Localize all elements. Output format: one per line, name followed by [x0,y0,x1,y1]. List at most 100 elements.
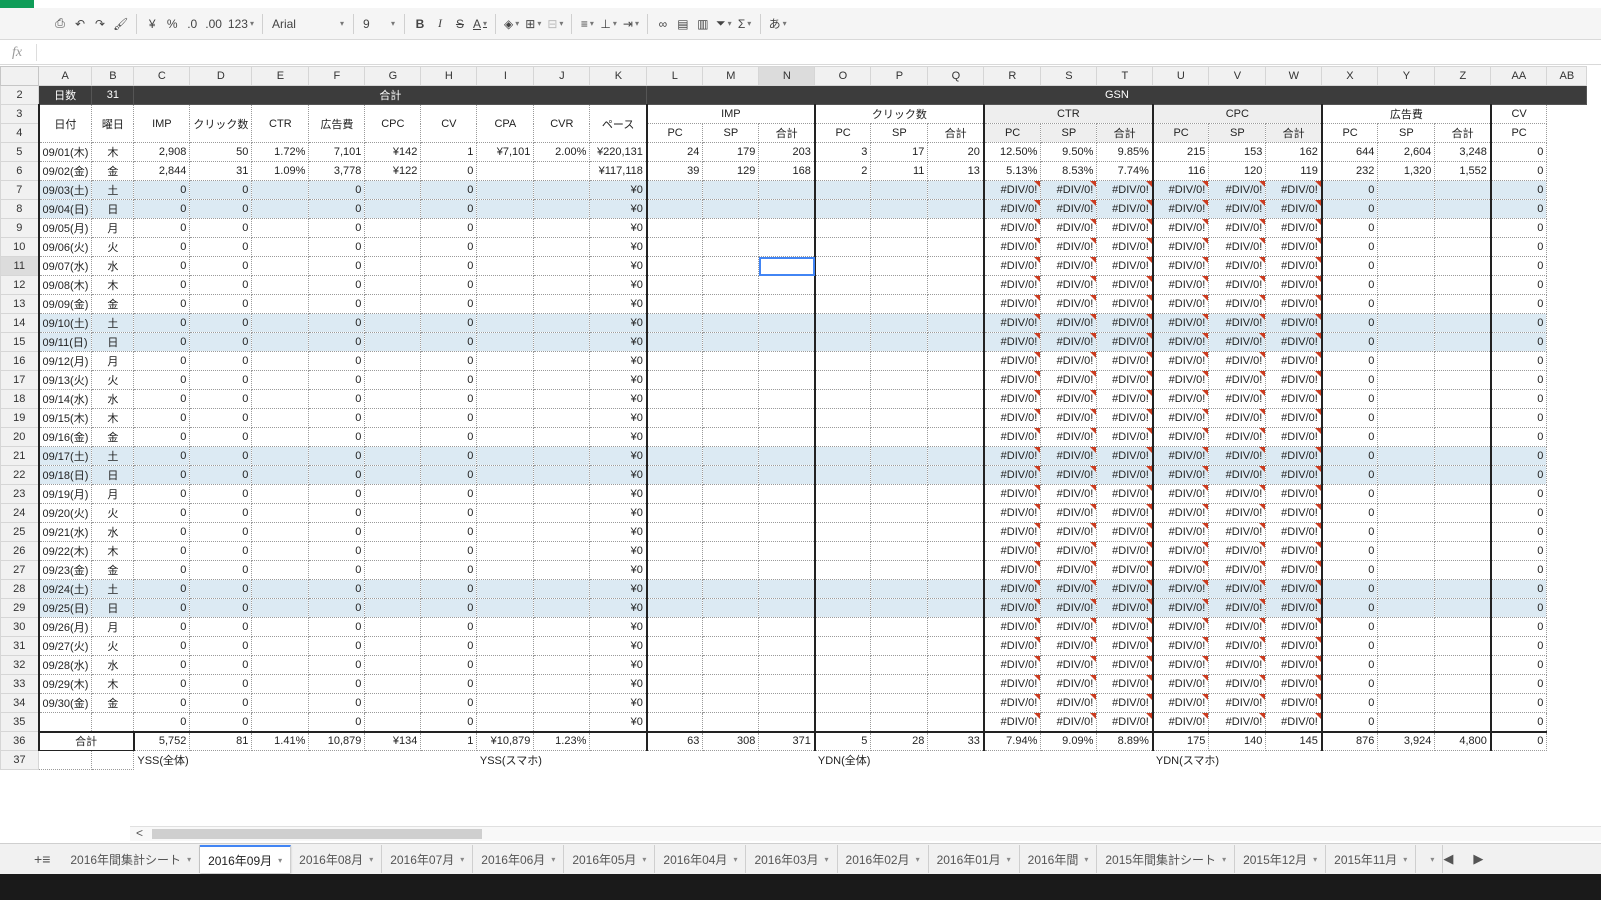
div-error-cell[interactable]: #DIV/0! [1096,446,1154,466]
gsn-metric-cell[interactable]: 7.74% [1096,161,1154,181]
gsn-sub-header[interactable]: 合計 [758,123,816,143]
gsn-metric-cell[interactable] [814,522,872,542]
gsn-metric-cell[interactable] [927,693,985,713]
date-cell[interactable]: 09/01(木) [37,142,93,162]
weekday-cell[interactable]: 火 [91,370,135,390]
gsn-metric-cell[interactable] [927,180,985,200]
row-header[interactable]: 17 [0,370,39,390]
gsn-metric-cell[interactable] [758,579,816,599]
gsn-metric-cell[interactable] [927,332,985,352]
weekday-cell[interactable]: 木 [91,275,135,295]
gsn-metric-cell[interactable] [758,503,816,523]
total-metric-cell[interactable] [476,180,535,200]
gsn-metric-cell[interactable]: 119 [1265,161,1323,181]
div-error-cell[interactable]: #DIV/0! [1208,503,1267,523]
gsn-metric-cell[interactable] [1434,427,1492,447]
total-metric-cell[interactable]: 0 [308,256,366,276]
gsn-metric-cell[interactable]: 0 [1490,408,1548,428]
gsn-metric-cell[interactable] [814,294,872,314]
total-metric-cell[interactable]: 0 [189,199,253,219]
gsn-metric-cell[interactable] [758,370,816,390]
total-metric-cell[interactable]: ¥142 [364,142,422,162]
total-metric-cell[interactable]: 0 [133,465,191,485]
total-metric-cell[interactable]: 0 [133,427,191,447]
div-error-cell[interactable]: #DIV/0! [1096,275,1154,295]
gsn-metric-cell[interactable] [1377,408,1436,428]
gsn-metric-cell[interactable] [702,313,760,333]
gsn-metric-cell[interactable] [646,199,704,219]
gsn-metric-cell[interactable]: 203 [758,142,816,162]
date-cell[interactable]: 09/11(日) [37,332,93,352]
total-metric-cell[interactable]: 1.72% [251,142,310,162]
total-metric-cell[interactable]: 0 [133,218,191,238]
insert-comment-icon[interactable]: ▤ [673,12,693,36]
div-error-cell[interactable]: #DIV/0! [983,218,1042,238]
total-metric-cell[interactable] [251,503,310,523]
gsn-metric-cell[interactable]: 0 [1490,218,1548,238]
div-error-cell[interactable]: #DIV/0! [1152,598,1210,618]
div-error-cell[interactable]: #DIV/0! [1152,503,1210,523]
gsn-metric-cell[interactable]: 4,800 [1434,730,1492,751]
div-error-cell[interactable]: #DIV/0! [1040,484,1098,504]
gsn-sub-header[interactable]: SP [1377,123,1436,143]
gsn-metric-cell[interactable]: 0 [1321,693,1379,713]
total-metric-cell[interactable]: 0 [420,693,478,713]
weekday-cell[interactable]: 土 [91,446,135,466]
total-metric-cell[interactable]: ¥0 [589,370,648,390]
gsn-metric-cell[interactable] [927,294,985,314]
gsn-metric-cell[interactable] [870,332,929,352]
gsn-metric-cell[interactable] [1377,199,1436,219]
total-metric-cell[interactable] [251,446,310,466]
gsn-metric-cell[interactable]: 0 [1321,522,1379,542]
gsn-metric-group-header[interactable]: CTR [983,104,1154,124]
total-metric-cell[interactable] [364,617,422,637]
div-error-cell[interactable]: #DIV/0! [1096,712,1154,732]
date-cell[interactable]: 09/09(金) [37,294,93,314]
total-metric-cell[interactable]: 0 [189,218,253,238]
column-header-u[interactable]: U [1152,66,1210,86]
total-metric-cell[interactable] [364,579,422,599]
div-error-cell[interactable]: #DIV/0! [1152,199,1210,219]
total-metric-cell[interactable]: 0 [308,484,366,504]
div-error-cell[interactable]: #DIV/0! [1040,503,1098,523]
gsn-metric-cell[interactable] [758,522,816,542]
total-metric-cell[interactable] [364,218,422,238]
column-header-l[interactable]: L [646,66,704,86]
total-metric-cell[interactable]: 0 [133,693,191,713]
gsn-metric-cell[interactable] [870,693,929,713]
div-error-cell[interactable]: #DIV/0! [983,655,1042,675]
gsn-sub-header[interactable]: 合計 [1265,123,1323,143]
div-error-cell[interactable]: #DIV/0! [1265,522,1323,542]
total-metric-cell[interactable]: 0 [420,408,478,428]
date-cell[interactable]: 09/20(火) [37,503,93,523]
gsn-metric-cell[interactable] [646,712,704,732]
div-error-cell[interactable]: #DIV/0! [983,370,1042,390]
total-metric-cell[interactable] [251,351,310,371]
total-metric-cell[interactable]: 0 [308,218,366,238]
row-header[interactable]: 27 [0,560,39,580]
div-error-cell[interactable]: #DIV/0! [1040,636,1098,656]
div-error-cell[interactable]: #DIV/0! [1040,294,1098,314]
gsn-metric-cell[interactable]: 0 [1490,294,1548,314]
vertical-align-icon[interactable]: ⊥ [597,12,619,36]
div-error-cell[interactable]: #DIV/0! [983,389,1042,409]
gsn-metric-cell[interactable]: 0 [1321,180,1379,200]
date-cell[interactable]: 09/16(金) [37,427,93,447]
gsn-metric-cell[interactable] [814,199,872,219]
div-error-cell[interactable]: #DIV/0! [983,332,1042,352]
total-metric-cell[interactable] [476,446,535,466]
total-metric-cell[interactable]: 0 [189,389,253,409]
total-metric-cell[interactable]: ¥0 [589,579,648,599]
gsn-metric-cell[interactable] [870,465,929,485]
total-metric-cell[interactable] [533,522,591,542]
div-error-cell[interactable]: #DIV/0! [983,275,1042,295]
gsn-metric-cell[interactable] [702,712,760,732]
gsn-metric-cell[interactable] [646,218,704,238]
gsn-metric-cell[interactable] [1434,408,1492,428]
gsn-metric-cell[interactable]: 0 [1321,199,1379,219]
div-error-cell[interactable]: #DIV/0! [1265,674,1323,694]
gsn-metric-cell[interactable]: 0 [1321,579,1379,599]
gsn-metric-cell[interactable] [1434,712,1492,732]
gsn-metric-cell[interactable] [814,332,872,352]
gsn-metric-cell[interactable] [927,218,985,238]
